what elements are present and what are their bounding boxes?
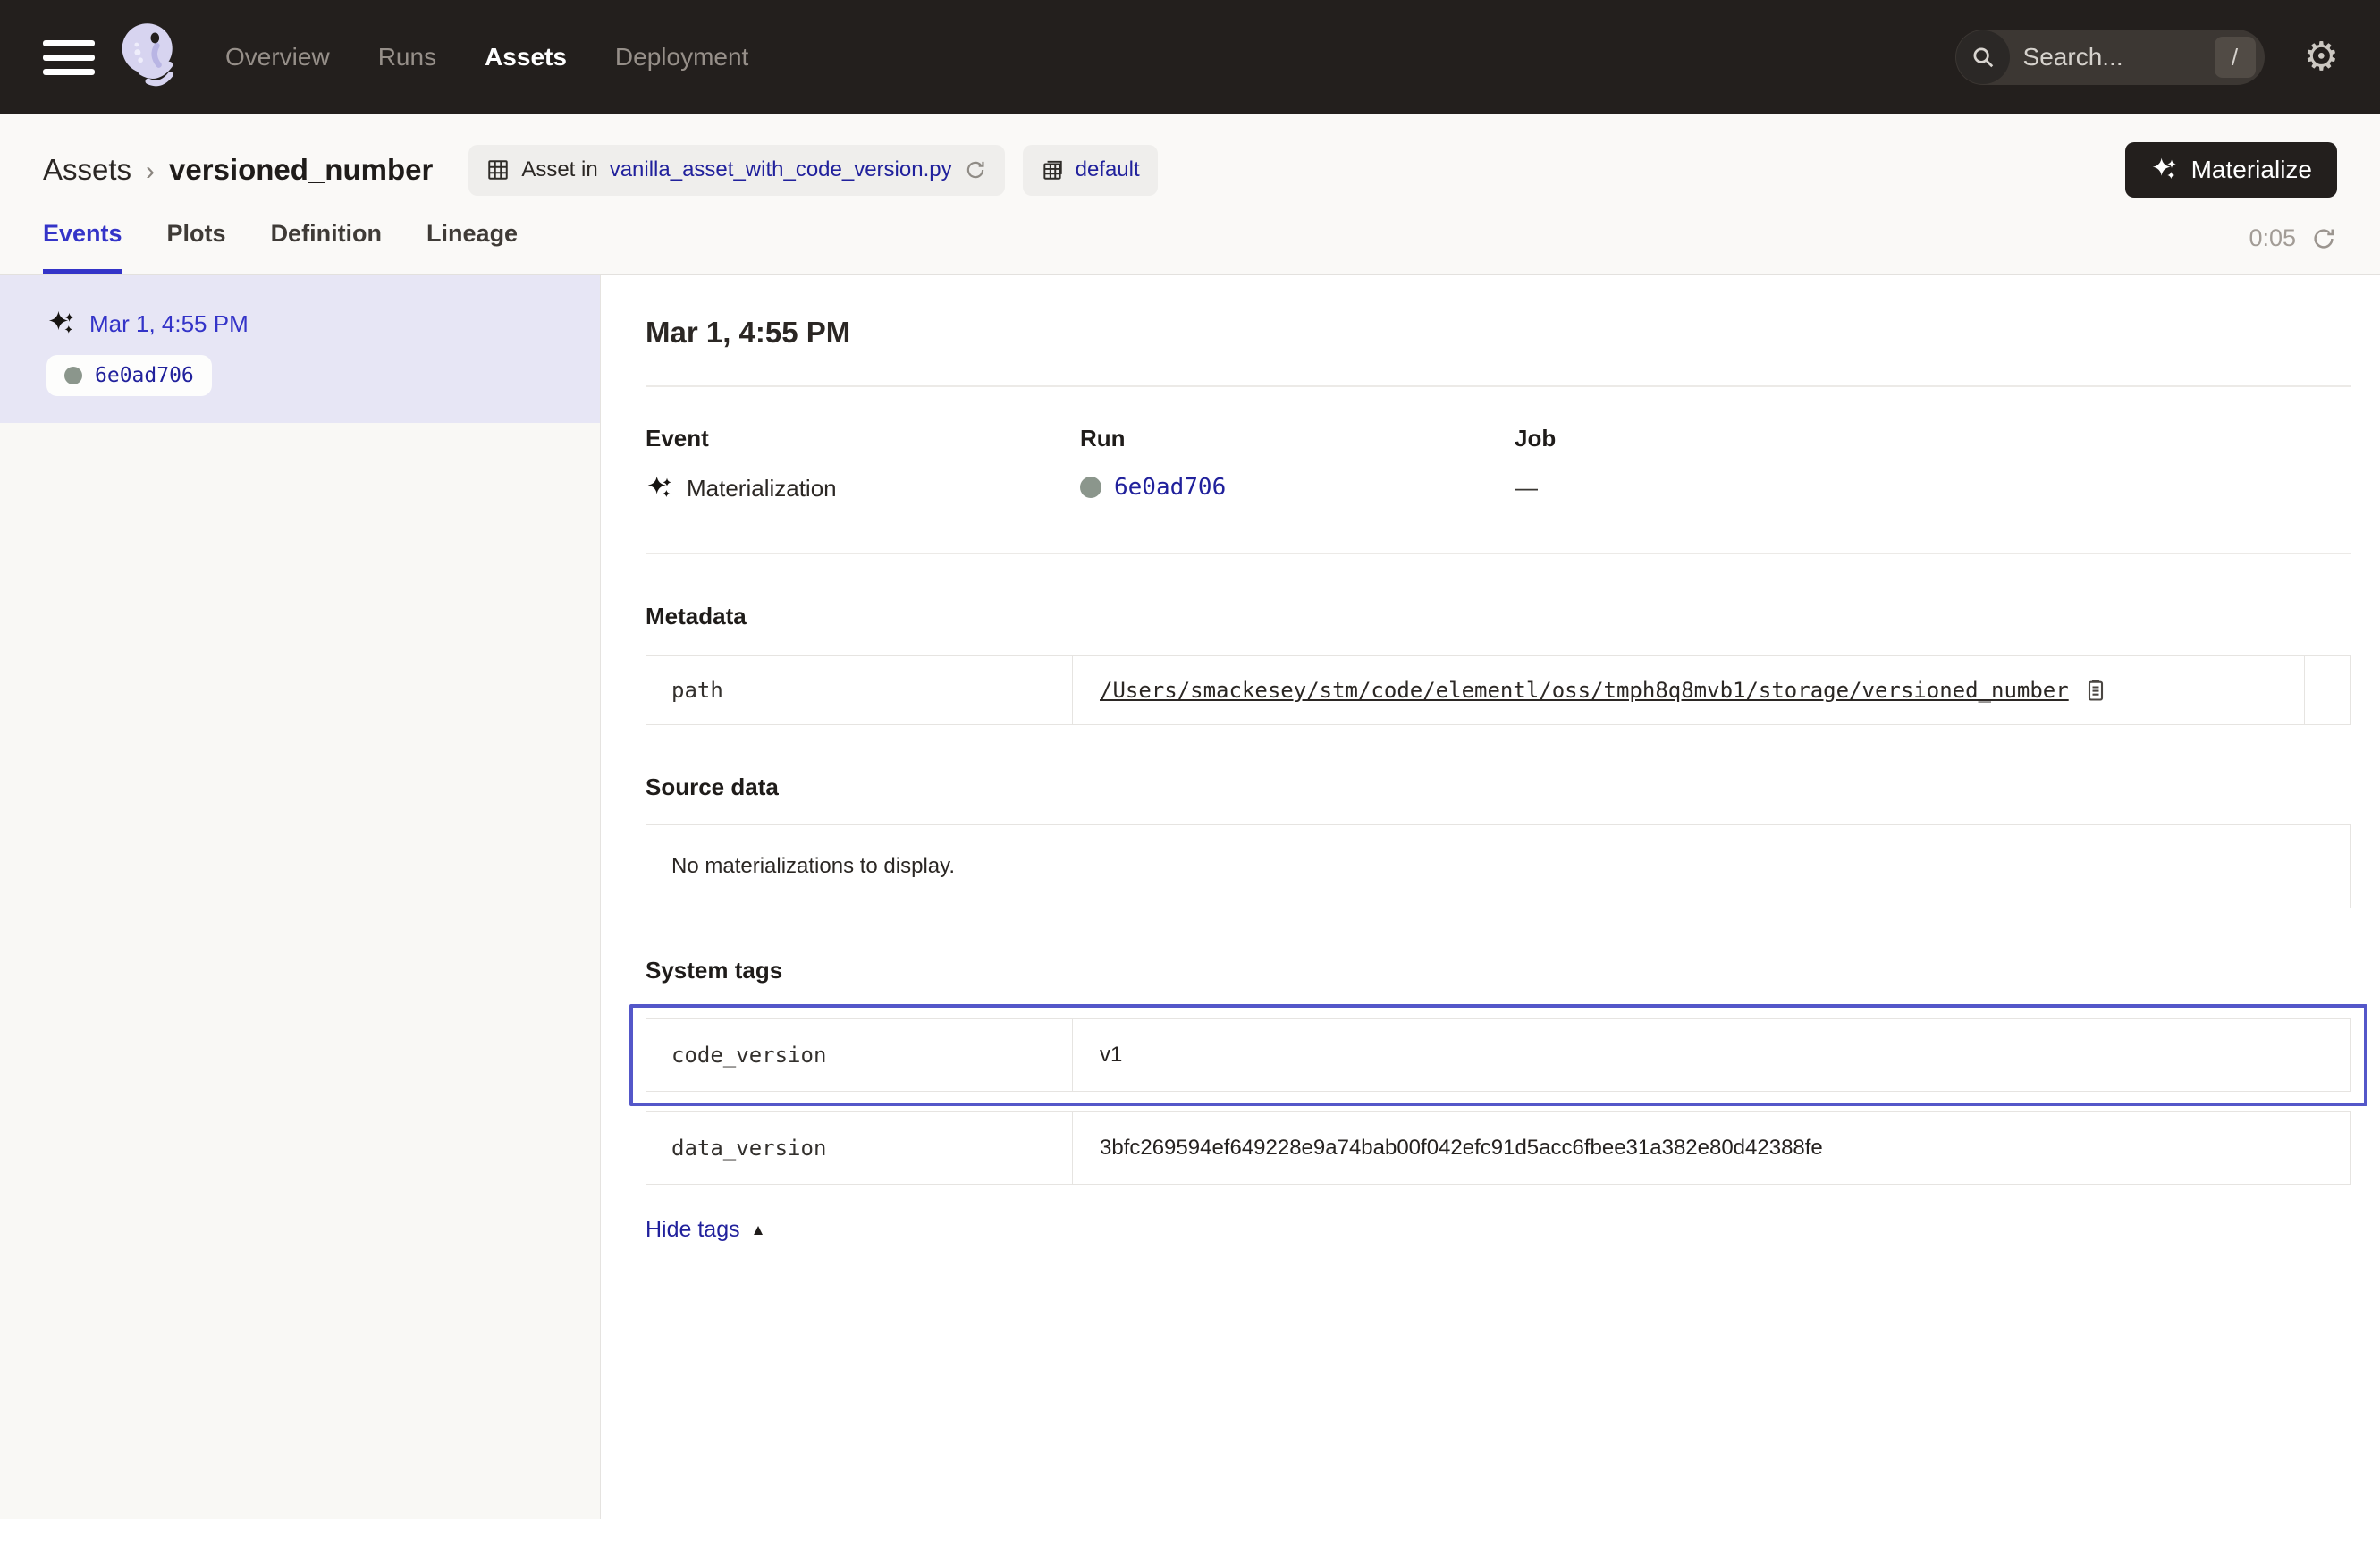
copy-path-icon[interactable] (2083, 678, 2108, 703)
metadata-row-extra-cell (2304, 656, 2350, 724)
sparkles-icon (2150, 156, 2179, 184)
code-version-highlight-ring: code_version v1 (629, 1004, 2367, 1106)
nav-item-deployment[interactable]: Deployment (615, 43, 748, 72)
tab-plots[interactable]: Plots (167, 220, 226, 274)
caret-up-icon: ▲ (751, 1221, 766, 1239)
settings-gear-icon[interactable]: ⚙ (2304, 38, 2339, 77)
asset-definition-badge: Asset in vanilla_asset_with_code_version… (468, 145, 1004, 196)
materialization-sparkle-icon (646, 474, 674, 503)
reload-definition-icon[interactable] (964, 158, 987, 182)
hamburger-menu-icon[interactable] (43, 40, 95, 75)
table-row: data_version 3bfc269594ef649228e9a74bab0… (646, 1111, 2351, 1185)
refresh-countdown: 0:05 (2249, 224, 2296, 252)
dagster-logo-icon[interactable] (114, 21, 188, 94)
nav-item-assets[interactable]: Assets (485, 43, 567, 72)
asset-badge-prefix: Asset in (521, 157, 597, 182)
hide-tags-link[interactable]: Hide tags ▲ (646, 1217, 765, 1243)
nav-item-runs[interactable]: Runs (378, 43, 436, 72)
metadata-key: path (646, 656, 1073, 724)
event-list-item[interactable]: Mar 1, 4:55 PM 6e0ad706 (0, 275, 600, 423)
search-box[interactable]: / (1955, 30, 2265, 85)
repo-grid-icon (1041, 158, 1064, 182)
tag-value: v1 (1073, 1019, 2350, 1091)
nav-item-overview[interactable]: Overview (225, 43, 330, 72)
source-data-empty-message: No materializations to display. (671, 854, 955, 878)
run-status-dot (64, 367, 82, 384)
table-row: code_version v1 (646, 1018, 2351, 1092)
event-column-label: Event (646, 425, 1080, 452)
asset-file-link[interactable]: vanilla_asset_with_code_version.py (610, 157, 952, 182)
asset-tabs: Events Plots Definition Lineage (43, 220, 518, 274)
hide-tags-label: Hide tags (646, 1217, 740, 1243)
tag-value: 3bfc269594ef649228e9a74bab00f042efc91d5a… (1073, 1112, 2350, 1184)
tab-lineage[interactable]: Lineage (426, 220, 518, 274)
page-header: Assets › versioned_number Asset in vanil… (0, 114, 2380, 275)
breadcrumb-separator-icon: › (146, 156, 155, 187)
run-id-chip[interactable]: 6e0ad706 (46, 355, 212, 396)
tag-key: data_version (646, 1112, 1073, 1184)
refresh-timer: 0:05 (2249, 224, 2337, 274)
job-empty-value: — (1515, 474, 1538, 502)
materialize-button-label: Materialize (2191, 156, 2312, 184)
materialize-button[interactable]: Materialize (2125, 142, 2337, 198)
event-summary: Event Materialization Run 6e0ad706 Job — (646, 425, 2351, 503)
source-data-empty-box: No materializations to display. (646, 824, 2351, 908)
metadata-table: path /Users/smackesey/stm/code/elementl/… (646, 655, 2351, 725)
metadata-path-link[interactable]: /Users/smackesey/stm/code/elementl/oss/t… (1100, 678, 2069, 703)
materialization-sparkle-icon (46, 308, 77, 339)
run-status-dot (1080, 477, 1101, 498)
search-shortcut-badge: / (2215, 37, 2256, 78)
top-nav: Overview Runs Assets Deployment / ⚙ (0, 0, 2380, 114)
nav-links: Overview Runs Assets Deployment (225, 43, 748, 72)
repo-default-link[interactable]: default (1076, 157, 1140, 182)
breadcrumb: Assets › versioned_number (43, 153, 433, 187)
repo-badge: default (1023, 145, 1158, 196)
events-sidebar: Mar 1, 4:55 PM 6e0ad706 (0, 275, 601, 1519)
asset-grid-icon (486, 158, 510, 182)
event-type-value: Materialization (687, 475, 837, 503)
event-detail-title: Mar 1, 4:55 PM (646, 316, 2351, 350)
tab-events[interactable]: Events (43, 220, 122, 274)
source-data-heading: Source data (646, 773, 2351, 801)
event-detail-panel: Mar 1, 4:55 PM Event Materialization Run… (601, 275, 2380, 1519)
tab-definition[interactable]: Definition (271, 220, 382, 274)
system-tags-heading: System tags (646, 957, 2351, 984)
search-icon (1956, 30, 2010, 84)
run-column-label: Run (1080, 425, 1515, 452)
metadata-heading: Metadata (646, 603, 2351, 630)
event-timestamp-link[interactable]: Mar 1, 4:55 PM (46, 308, 573, 339)
run-id-link[interactable]: 6e0ad706 (1114, 474, 1226, 501)
refresh-icon[interactable] (2310, 225, 2337, 252)
tag-key: code_version (646, 1019, 1073, 1091)
job-column-label: Job (1515, 425, 1949, 452)
search-input[interactable] (2011, 43, 2215, 72)
event-date: Mar 1, 4:55 PM (89, 310, 249, 338)
breadcrumb-assets-link[interactable]: Assets (43, 153, 131, 187)
run-id-label: 6e0ad706 (95, 364, 194, 387)
page-title: versioned_number (169, 153, 433, 187)
